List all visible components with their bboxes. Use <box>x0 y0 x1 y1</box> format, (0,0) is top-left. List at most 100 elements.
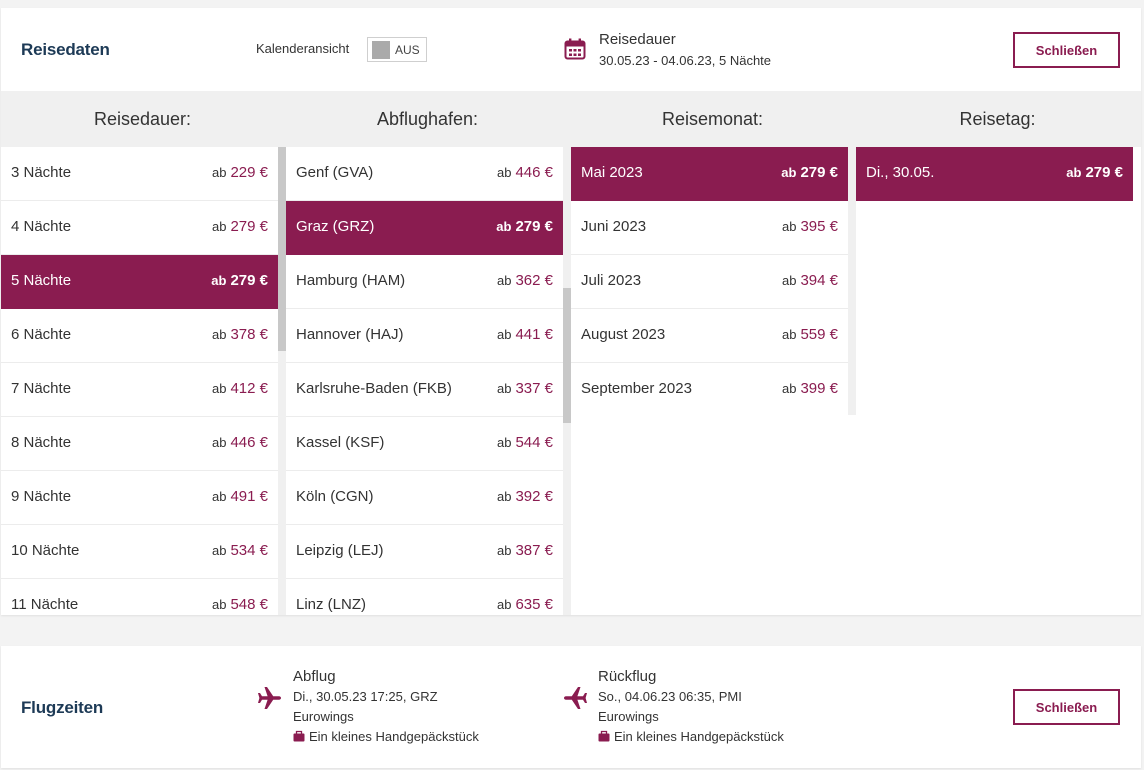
monat-option[interactable]: Juni 2023 ab 395 € <box>571 201 848 255</box>
price-prefix: ab <box>781 327 797 342</box>
price-value: 394 € <box>800 272 838 289</box>
price-value: 548 € <box>230 596 268 613</box>
price-prefix: ab <box>496 435 512 450</box>
option-label: Graz (GRZ) <box>296 218 375 235</box>
monat-option[interactable]: August 2023 ab 559 € <box>571 309 848 363</box>
price-prefix: ab <box>496 543 512 558</box>
dauer-option[interactable]: 7 Nächte ab 412 € <box>1 363 278 417</box>
dauer-option[interactable]: 4 Nächte ab 279 € <box>1 201 278 255</box>
tag-option[interactable]: Di., 30.05. ab 279 € <box>856 147 1133 201</box>
price-value: 378 € <box>230 326 268 343</box>
dauer-option[interactable]: 11 Nächte ab 548 € <box>1 579 278 615</box>
option-price: ab 229 € <box>212 164 268 181</box>
option-price: ab 279 € <box>211 272 268 289</box>
option-label: August 2023 <box>581 326 666 343</box>
option-label: 11 Nächte <box>11 596 79 613</box>
flughafen-option[interactable]: Genf (GVA) ab 446 € <box>286 147 563 201</box>
calendar-view-toggle[interactable]: AUS <box>367 37 427 62</box>
reisemonat-list: Mai 2023 ab 279 € Juni 2023 ab 395 € Juli 2023… <box>571 147 848 415</box>
flughafen-option[interactable]: Graz (GRZ) ab 279 € <box>286 201 563 255</box>
rueckflug-title: Rückflug <box>598 668 657 685</box>
close-flugzeiten-button[interactable]: Schließen <box>1013 689 1120 725</box>
flughafen-option[interactable]: Kassel (KSF) ab 544 € <box>286 417 563 471</box>
option-price: ab 412 € <box>212 380 268 397</box>
price-value: 534 € <box>230 542 268 559</box>
price-prefix: ab <box>211 219 227 234</box>
price-value: 279 € <box>230 218 268 235</box>
option-price: ab 491 € <box>212 488 268 505</box>
option-label: Hamburg (HAM) <box>296 272 406 289</box>
price-prefix: ab <box>496 381 512 396</box>
abflug-baggage: Ein kleines Handgepäckstück <box>293 729 479 744</box>
option-label: Juni 2023 <box>581 218 647 235</box>
reisedauer-scrollbar[interactable] <box>278 147 286 615</box>
option-label: Hannover (HAJ) <box>296 326 404 343</box>
abflug-datetime: Di., 30.05.23 17:25, GRZ <box>293 689 438 704</box>
option-price: ab 378 € <box>212 326 268 343</box>
dauer-option[interactable]: 10 Nächte ab 534 € <box>1 525 278 579</box>
price-prefix: ab <box>496 273 512 288</box>
reisemonat-scrollbar <box>848 147 856 415</box>
toggle-knob <box>372 41 390 59</box>
column-header-reisedauer: Reisedauer: <box>93 109 192 129</box>
flughafen-option[interactable]: Leipzig (LEJ) ab 387 € <box>286 525 563 579</box>
dauer-option[interactable]: 9 Nächte ab 491 € <box>1 471 278 525</box>
option-price: ab 635 € <box>497 596 553 613</box>
reisedauer-list: 3 Nächte ab 229 €4 Nächte ab 279 €5 Nächte ab… <box>1 147 278 615</box>
abflughafen-scrollbar[interactable] <box>563 147 571 615</box>
option-price: ab 279 € <box>1066 164 1123 181</box>
option-label: 7 Nächte <box>11 380 72 397</box>
option-label: Karlsruhe-Baden (FKB) <box>296 380 452 397</box>
dauer-option[interactable]: 6 Nächte ab 378 € <box>1 309 278 363</box>
dauer-option[interactable]: 8 Nächte ab 446 € <box>1 417 278 471</box>
price-value: 392 € <box>515 488 553 505</box>
price-value: 395 € <box>800 218 838 235</box>
price-prefix: ab <box>496 165 512 180</box>
monat-option[interactable]: Mai 2023 ab 279 € <box>571 147 848 201</box>
reisedauer-scrollbar-thumb[interactable] <box>278 147 286 351</box>
price-prefix: ab <box>496 327 512 342</box>
dauer-option[interactable]: 3 Nächte ab 229 € <box>1 147 278 201</box>
price-value: 399 € <box>800 380 838 397</box>
duration-summary-title: Reisedauer <box>599 31 676 48</box>
monat-option[interactable]: September 2023 ab 399 € <box>571 363 848 415</box>
plane-departure-icon <box>258 687 281 709</box>
column-header-abflughafen: Abflughafen: <box>376 109 479 129</box>
option-label: 6 Nächte <box>11 326 72 343</box>
price-value: 337 € <box>515 380 553 397</box>
column-header-reisetag: Reisetag: <box>959 109 1036 129</box>
price-value: 229 € <box>230 164 268 181</box>
bag-icon <box>293 730 305 742</box>
flughafen-option[interactable]: Karlsruhe-Baden (FKB) ab 337 € <box>286 363 563 417</box>
abflug-title: Abflug <box>293 668 336 685</box>
flughafen-option[interactable]: Hamburg (HAM) ab 362 € <box>286 255 563 309</box>
price-value: 446 € <box>515 164 553 181</box>
price-prefix: ab <box>211 435 227 450</box>
option-label: Di., 30.05. <box>866 164 935 181</box>
price-value: 279 € <box>1085 164 1123 181</box>
option-price: ab 387 € <box>497 542 553 559</box>
price-value: 412 € <box>230 380 268 397</box>
price-value: 279 € <box>515 218 553 235</box>
option-price: ab 534 € <box>212 542 268 559</box>
rueckflug-baggage: Ein kleines Handgepäckstück <box>598 729 784 744</box>
abflug-baggage-text: Ein kleines Handgepäckstück <box>309 729 479 744</box>
dauer-option[interactable]: 5 Nächte ab 279 € <box>1 255 278 309</box>
price-prefix: ab <box>781 219 797 234</box>
flughafen-option[interactable]: Linz (LNZ) ab 635 € <box>286 579 563 615</box>
price-prefix: ab <box>211 381 227 396</box>
monat-option[interactable]: Juli 2023 ab 394 € <box>571 255 848 309</box>
toggle-state: AUS <box>395 43 420 57</box>
abflughafen-scrollbar-thumb[interactable] <box>563 288 571 423</box>
flughafen-option[interactable]: Hannover (HAJ) ab 441 € <box>286 309 563 363</box>
price-value: 559 € <box>800 326 838 343</box>
option-price: ab 441 € <box>497 326 553 343</box>
option-label: 4 Nächte <box>11 218 72 235</box>
price-value: 279 € <box>230 272 268 289</box>
flughafen-option[interactable]: Köln (CGN) ab 392 € <box>286 471 563 525</box>
close-reisedaten-button[interactable]: Schließen <box>1013 32 1120 68</box>
price-value: 441 € <box>515 326 553 343</box>
rueckflug-baggage-text: Ein kleines Handgepäckstück <box>614 729 784 744</box>
plane-return-icon <box>564 687 587 709</box>
price-value: 387 € <box>515 542 553 559</box>
